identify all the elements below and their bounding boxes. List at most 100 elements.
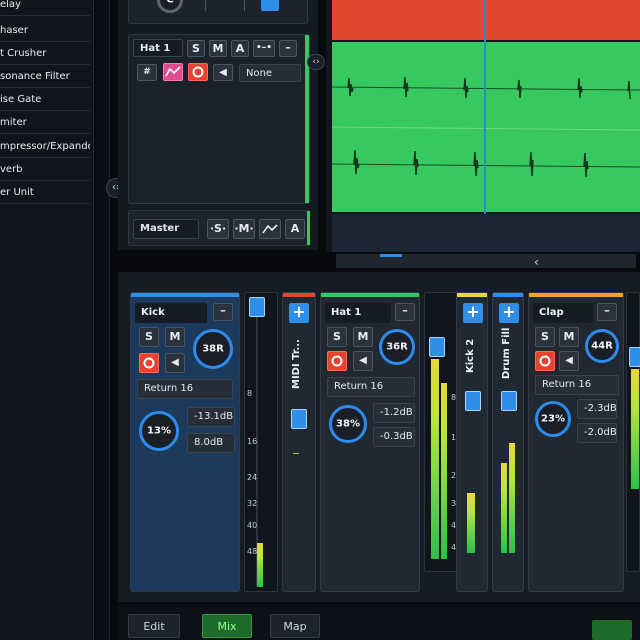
solo-button[interactable]: S [327, 327, 347, 347]
effect-item[interactable]: verb [0, 159, 90, 181]
arrange-view [326, 0, 640, 252]
quantize-icon[interactable]: # [137, 64, 157, 81]
level-meter [431, 359, 439, 559]
effect-item[interactable]: miter [0, 112, 90, 134]
collapse-button[interactable]: – [279, 40, 297, 57]
scale-label: 40 [247, 521, 258, 530]
mute-button[interactable]: M [559, 327, 579, 347]
strip-color-bar [457, 293, 487, 297]
collapse-button[interactable]: – [213, 303, 233, 321]
fader-cap[interactable] [465, 391, 481, 411]
effect-item[interactable]: sonance Filter [0, 66, 90, 88]
track-name[interactable]: Hat 1 [133, 39, 183, 57]
collapse-button[interactable]: – [395, 303, 415, 321]
pan-knob[interactable]: 44R [585, 329, 619, 363]
volume-readout[interactable]: -13.1dB [187, 407, 235, 427]
speaker-icon[interactable]: ◀ [559, 351, 579, 371]
fader-cap[interactable] [249, 297, 265, 317]
automation-button[interactable]: A [231, 40, 249, 57]
track-color-bar [307, 211, 310, 245]
effect-item[interactable]: haser [0, 20, 90, 42]
effect-item[interactable]: t Crusher [0, 43, 90, 65]
solo-button[interactable]: S [139, 327, 159, 347]
clip-midi[interactable] [332, 0, 640, 40]
record-icon[interactable] [535, 351, 555, 371]
play-button[interactable] [592, 620, 632, 640]
automation-button[interactable]: A [285, 219, 305, 239]
scale-label: 32 [247, 499, 258, 508]
effect-item[interactable]: elay [0, 0, 90, 16]
send-select[interactable]: Return 16 [137, 379, 233, 399]
tab-map[interactable]: Map [270, 614, 320, 638]
expand-button[interactable]: + [463, 303, 483, 323]
pan-knob[interactable]: C [157, 0, 183, 13]
mute-button[interactable]: M [165, 327, 185, 347]
envelope-icon[interactable] [163, 63, 183, 81]
expand-button[interactable]: + [499, 303, 519, 323]
channel-name[interactable]: MIDI Tr... [291, 329, 302, 389]
send-select[interactable]: Return 16 [327, 377, 415, 397]
effect-item[interactable]: mpressor/Expander [0, 136, 90, 158]
solo-button[interactable]: ·S· [207, 219, 229, 239]
send-level-knob[interactable]: 38% [329, 405, 367, 443]
level-meter [257, 543, 263, 587]
channel-name[interactable]: Drum Fill [501, 328, 512, 379]
fader-cap[interactable] [429, 337, 445, 357]
mute-button[interactable]: M [353, 327, 373, 347]
channel-name[interactable]: Kick 2 [465, 333, 476, 373]
waveform [331, 76, 640, 178]
fader-clap[interactable] [626, 292, 640, 572]
speaker-icon[interactable]: ◀ [353, 351, 373, 371]
fader-cap[interactable] [629, 347, 640, 367]
tab-edit[interactable]: Edit [128, 614, 180, 638]
scrollbar-thumb[interactable] [380, 254, 402, 257]
gain-readout[interactable]: -2.0dB [577, 423, 617, 443]
clip-audio-hat[interactable] [331, 42, 640, 212]
speaker-icon[interactable]: ◀ [213, 64, 233, 81]
volume-readout[interactable]: -2.3dB [577, 399, 617, 419]
speaker-icon[interactable]: ◀ [165, 353, 185, 373]
fader-kick[interactable]: 8 16 24 32 40 48 [244, 292, 278, 592]
track-header-master: Master ·S· ·M· A [128, 210, 310, 246]
volume-readout[interactable]: -1.2dB [373, 403, 415, 423]
fader-cap[interactable] [291, 409, 307, 429]
channel-name[interactable]: Clap [533, 303, 593, 323]
record-icon[interactable] [188, 63, 208, 81]
track-header-hat1: Hat 1 S M A •–• – # ◀ None [128, 34, 310, 204]
gain-readout[interactable]: 8.0dB [187, 433, 235, 453]
tab-mix[interactable]: Mix [202, 614, 252, 638]
send-level-knob[interactable]: 23% [535, 401, 571, 437]
solo-button[interactable]: S [535, 327, 555, 347]
record-icon[interactable] [139, 353, 159, 373]
effect-item[interactable]: ise Gate [0, 89, 90, 111]
send-level-knob[interactable]: 13% [139, 411, 179, 451]
arrange-empty-lane [332, 214, 640, 252]
chevron-left-right-icon[interactable]: ‹› [307, 54, 325, 70]
track-name[interactable]: Master [133, 219, 199, 239]
track-header-partial: C [128, 0, 308, 24]
send-select[interactable]: Return 16 [535, 375, 619, 395]
solo-button[interactable]: S [187, 40, 205, 57]
pan-knob[interactable]: 38R [193, 329, 233, 369]
expand-button[interactable]: + [289, 303, 309, 323]
effect-item[interactable]: er Unit [0, 182, 90, 204]
fader-cap[interactable] [261, 0, 279, 11]
output-select[interactable]: None [239, 64, 301, 82]
automation-curve-icon[interactable] [259, 219, 281, 239]
horizontal-scrollbar[interactable] [336, 254, 636, 268]
pan-knob[interactable]: 36R [379, 329, 415, 365]
channel-name[interactable]: Hat 1 [325, 303, 391, 323]
gain-readout[interactable]: -0.3dB [373, 427, 415, 447]
mini-meter [205, 0, 245, 11]
fader-cap[interactable] [501, 391, 517, 411]
record-icon[interactable] [327, 351, 347, 371]
collapse-button[interactable]: – [597, 303, 617, 321]
mute-button[interactable]: ·M· [233, 219, 255, 239]
strip-color-bar [321, 293, 419, 297]
chevron-left-icon[interactable]: ‹ [534, 255, 539, 269]
mixer-strip-midi-track: + MIDI Tr... [282, 292, 316, 592]
channel-name[interactable]: Kick [135, 303, 207, 323]
mute-button[interactable]: M [209, 40, 227, 57]
input-monitor-button[interactable]: •–• [253, 40, 275, 57]
scale-label: 24 [247, 473, 258, 482]
